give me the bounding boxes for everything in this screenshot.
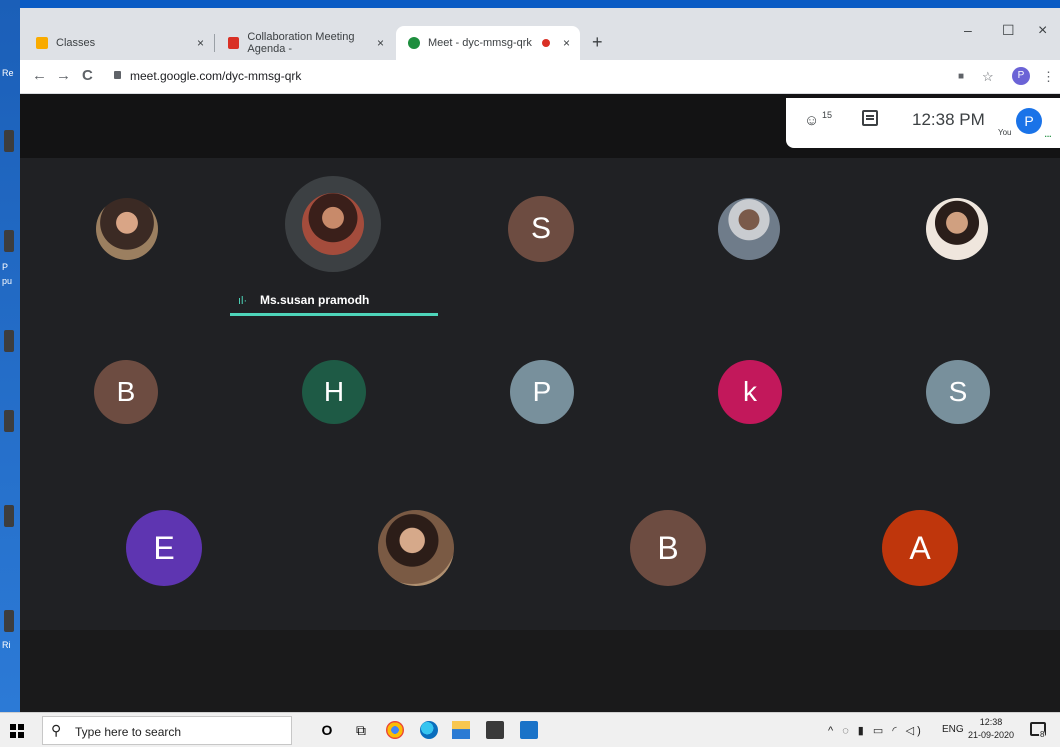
notification-count: 8 [1039, 730, 1046, 739]
participant-avatar[interactable]: k [718, 360, 782, 424]
participant-photo-3[interactable] [718, 198, 780, 260]
desktop-label: Re [2, 68, 14, 78]
speaking-indicator-icon: ıl· [238, 295, 248, 307]
file-explorer-icon[interactable] [452, 721, 470, 739]
desktop-background: Re P pu Ri [0, 0, 20, 712]
menu-icon[interactable]: ⋮ [1042, 69, 1055, 85]
participant-avatar[interactable]: P [510, 360, 574, 424]
back-button[interactable]: ← [32, 68, 47, 84]
participant-grid: S ıl· Ms.susan pramodh B H P k S [20, 158, 1060, 474]
tab-strip: Classes × Collaboration Meeting Agenda -… [20, 8, 1060, 60]
tab-title: Meet - dyc-mmsg-qrk [428, 37, 532, 49]
browser-toolbar: ← → C meet.google.com/dyc-mmsg-qrk ■ ☆ P… [20, 60, 1060, 94]
taskbar-search-box[interactable]: ⚲ Type here to search [42, 716, 292, 745]
tab-separator [214, 34, 215, 52]
people-icon[interactable]: ☺ [804, 112, 819, 129]
address-bar[interactable]: meet.google.com/dyc-mmsg-qrk [130, 69, 301, 83]
taskbar-clock[interactable]: 12:38 21-09-2020 [968, 716, 1014, 742]
meet-stage: ☺ 15 12:38 PM You P ... S ıl· Ms.susan p… [20, 94, 1060, 712]
profile-avatar[interactable]: P [1012, 67, 1030, 85]
search-placeholder: Type here to search [75, 725, 182, 739]
gmail-favicon-icon [228, 37, 240, 49]
edge-icon[interactable] [420, 721, 438, 739]
tab-classes[interactable]: Classes × [24, 26, 214, 60]
reload-button[interactable]: C [82, 68, 93, 84]
minimize-button[interactable]: – [964, 22, 972, 38]
desktop-label: pu [2, 276, 13, 286]
active-speaker-name: Ms.susan pramodh [260, 293, 370, 307]
close-window-button[interactable]: × [1038, 22, 1047, 40]
participant-avatar[interactable]: H [302, 360, 366, 424]
you-label: You [998, 128, 1012, 137]
participant-avatar[interactable]: E [126, 510, 202, 586]
participant-avatar[interactable]: A [882, 510, 958, 586]
tab-title: Classes [56, 37, 96, 49]
forward-button[interactable]: → [56, 68, 71, 84]
browser-window: Classes × Collaboration Meeting Agenda -… [20, 8, 1060, 712]
tab-collaboration-agenda[interactable]: Collaboration Meeting Agenda - × [216, 26, 394, 60]
mail-icon[interactable] [520, 721, 538, 739]
participant-grid-row3: E B A [38, 470, 1046, 630]
desktop-label: P [2, 262, 9, 272]
language-indicator[interactable]: ENG [942, 724, 964, 735]
search-icon: ⚲ [51, 722, 62, 738]
participant-avatar[interactable]: S [926, 360, 990, 424]
meet-bottom-area [20, 630, 1060, 712]
bookmark-star-icon[interactable]: ☆ [982, 69, 994, 85]
desktop-icon[interactable] [4, 330, 14, 352]
participant-photo-speaker[interactable] [302, 193, 364, 255]
new-tab-button[interactable]: + [592, 33, 603, 51]
close-tab-icon[interactable]: × [377, 36, 384, 50]
screen: Re P pu Ri Classes × Collaboration Meeti… [0, 0, 1060, 747]
desktop-icon[interactable] [4, 130, 14, 152]
participant-avatar[interactable]: B [630, 510, 706, 586]
self-avatar[interactable]: P [1016, 108, 1042, 134]
windows-taskbar: ⚲ Type here to search O ⧉ ^ ◌ ▮ ▭ ◜ ◁) E… [0, 712, 1060, 747]
close-tab-icon[interactable]: × [197, 36, 204, 50]
maximize-button[interactable]: ☐ [1002, 22, 1015, 39]
meet-header: ☺ 15 12:38 PM You P ... [20, 94, 1060, 158]
desktop-icon[interactable] [4, 610, 14, 632]
store-icon[interactable] [486, 721, 504, 739]
chat-icon[interactable] [862, 110, 878, 126]
recording-icon [542, 39, 550, 47]
clock-date: 21-09-2020 [968, 730, 1015, 740]
system-tray-icons[interactable]: ^ ◌ ▮ ▭ ◜ ◁) [828, 724, 924, 737]
camera-icon[interactable]: ■ [958, 71, 964, 82]
desktop-label: Ri [2, 640, 11, 650]
more-options-icon[interactable]: ... [1044, 126, 1052, 140]
cortana-icon[interactable]: O [318, 721, 336, 739]
participant-photo-4[interactable] [926, 198, 988, 260]
chrome-icon[interactable] [386, 721, 404, 739]
participant-avatar[interactable]: B [94, 360, 158, 424]
clock-time: 12:38 [979, 717, 1003, 727]
classroom-favicon-icon [36, 37, 48, 49]
close-tab-icon[interactable]: × [563, 36, 570, 50]
tab-meet[interactable]: Meet - dyc-mmsg-qrk × [396, 26, 580, 60]
participant-avatar[interactable]: S [508, 196, 574, 262]
speaker-underline [230, 313, 438, 316]
meeting-time: 12:38 PM [912, 110, 985, 129]
participant-photo-5[interactable] [378, 510, 454, 586]
tab-title: Collaboration Meeting Agenda - [247, 31, 355, 55]
meet-favicon-icon [408, 37, 420, 49]
desktop-icon[interactable] [4, 230, 14, 252]
participant-count: 15 [822, 110, 833, 120]
meeting-details-panel: ☺ 15 12:38 PM You P ... [786, 98, 1060, 148]
task-view-icon[interactable]: ⧉ [352, 721, 370, 739]
participant-photo-1[interactable] [96, 198, 158, 260]
desktop-icon[interactable] [4, 410, 14, 432]
lock-icon[interactable] [114, 71, 121, 79]
windows-start-icon[interactable] [10, 724, 24, 738]
desktop-icon[interactable] [4, 505, 14, 527]
